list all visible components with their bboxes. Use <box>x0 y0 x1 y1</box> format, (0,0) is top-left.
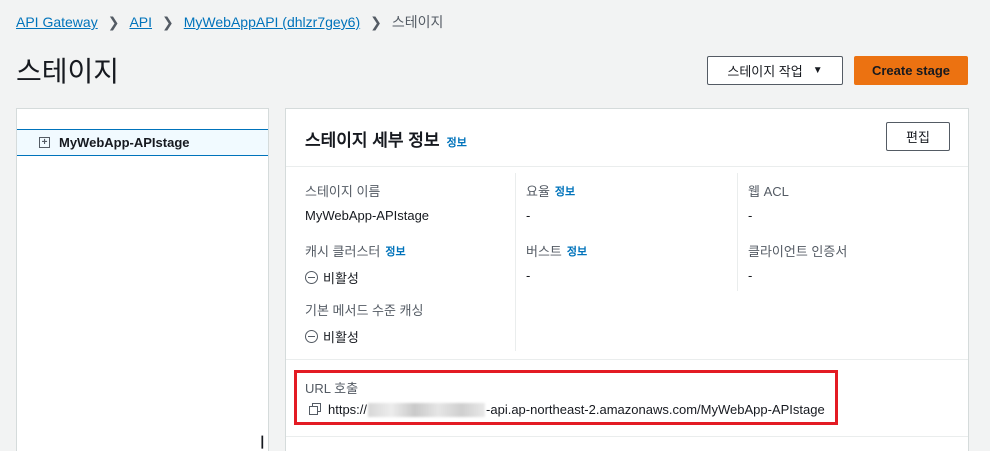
copy-icon[interactable] <box>309 403 322 416</box>
invoke-url-label: URL 호출 <box>305 381 359 396</box>
stage-actions-button[interactable]: 스테이지 작업 ▼ <box>707 56 843 85</box>
tree-item-label: MyWebApp-APIstage <box>59 135 190 150</box>
chevron-right-icon: ❯ <box>107 13 120 30</box>
client-cert-label: 클라이언트 인증서 <box>748 244 848 259</box>
rate-value: - <box>526 208 531 223</box>
breadcrumb: API Gateway ❯ API ❯ MyWebAppAPI (dhlzr7g… <box>16 12 443 32</box>
expand-plus-icon[interactable]: + <box>39 137 50 148</box>
invoke-url-highlight: URL 호출 https:// -api.ap-northeast-2.amaz… <box>294 370 838 425</box>
web-acl-value: - <box>748 208 753 223</box>
rate-label-row: 요율 정보 <box>526 181 575 200</box>
client-cert-value: - <box>748 268 753 283</box>
tree-item-stage[interactable]: + MyWebApp-APIstage <box>17 129 268 156</box>
invoke-url-row: https:// -api.ap-northeast-2.amazonaws.c… <box>309 402 825 417</box>
panel-title-text: 스테이지 세부 정보 <box>305 131 440 150</box>
redacted-api-id <box>368 402 486 417</box>
burst-label-row: 버스트 정보 <box>526 241 587 260</box>
section-divider <box>286 436 968 437</box>
edit-button[interactable]: 편집 <box>886 122 950 151</box>
field-web-acl: 웹 ACL - <box>748 181 789 223</box>
stage-name-value: MyWebApp-APIstage <box>305 208 430 223</box>
stage-actions-label: 스테이지 작업 <box>727 64 803 79</box>
cache-cluster-value: 비활성 <box>323 271 359 286</box>
column-divider <box>737 173 738 291</box>
panel-header: 스테이지 세부 정보 정보 편집 <box>286 109 968 167</box>
default-cache-value-row: 비활성 <box>305 327 423 346</box>
breadcrumb-mywebappapi[interactable]: MyWebAppAPI (dhlzr7gey6) <box>184 14 360 30</box>
web-acl-label: 웹 ACL <box>748 184 789 199</box>
field-rate: 요율 정보 - <box>526 181 575 223</box>
default-cache-label: 기본 메서드 수준 캐싱 <box>305 303 424 318</box>
field-stage-name: 스테이지 이름 MyWebApp-APIstage <box>305 181 429 223</box>
resize-handle[interactable]: ┃ <box>259 436 266 450</box>
cache-cluster-label: 캐시 클러스터 <box>305 244 381 259</box>
cache-cluster-info-link[interactable]: 정보 <box>385 243 405 259</box>
chevron-right-icon: ❯ <box>370 13 382 30</box>
invoke-url-prefix[interactable]: https:// <box>328 402 367 417</box>
column-divider <box>515 173 516 351</box>
default-cache-value: 비활성 <box>323 330 359 345</box>
caret-down-icon: ▼ <box>812 65 823 76</box>
panel-info-link[interactable]: 정보 <box>447 134 467 150</box>
stage-details-panel: 스테이지 세부 정보 정보 편집 스테이지 이름 MyWebApp-APIsta… <box>285 108 969 451</box>
panel-title: 스테이지 세부 정보 정보 <box>305 126 467 151</box>
section-divider <box>286 359 968 360</box>
field-default-cache: 기본 메서드 수준 캐싱 비활성 <box>305 300 423 346</box>
breadcrumb-api-gateway[interactable]: API Gateway <box>16 14 98 30</box>
rate-label: 요율 <box>526 184 550 199</box>
cache-cluster-label-row: 캐시 클러스터 정보 <box>305 241 406 260</box>
field-burst: 버스트 정보 - <box>526 241 587 283</box>
rate-info-link[interactable]: 정보 <box>555 183 575 199</box>
breadcrumb-api[interactable]: API <box>129 14 152 30</box>
field-cache-cluster: 캐시 클러스터 정보 비활성 <box>305 241 406 287</box>
stage-tree-sidebar: + MyWebApp-APIstage ┃ <box>16 108 269 451</box>
page-title: 스테이지 <box>16 56 120 87</box>
disabled-icon <box>305 271 318 284</box>
create-stage-button[interactable]: Create stage <box>854 56 968 85</box>
burst-info-link[interactable]: 정보 <box>567 243 587 259</box>
disabled-icon <box>305 330 318 343</box>
stage-name-label: 스테이지 이름 <box>305 184 381 199</box>
breadcrumb-current: 스테이지 <box>391 14 444 30</box>
cache-cluster-value-row: 비활성 <box>305 268 406 287</box>
field-client-cert: 클라이언트 인증서 - <box>748 241 847 283</box>
invoke-url-suffix[interactable]: -api.ap-northeast-2.amazonaws.com/MyWebA… <box>486 402 825 417</box>
chevron-right-icon: ❯ <box>162 13 174 30</box>
burst-label: 버스트 <box>526 244 562 259</box>
burst-value: - <box>526 268 531 283</box>
